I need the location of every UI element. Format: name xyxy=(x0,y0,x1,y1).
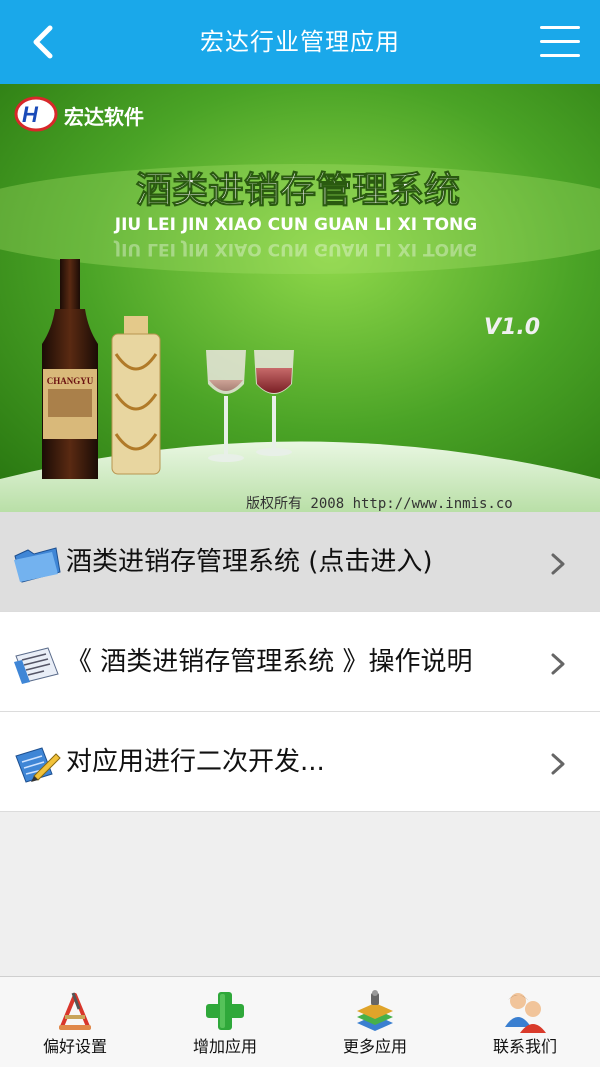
banner-headline: 酒类进销存管理系统 xyxy=(136,170,460,211)
tab-label: 更多应用 xyxy=(342,1037,407,1056)
more-apps-icon xyxy=(357,990,393,1031)
tab-add-app[interactable]: 增加应用 xyxy=(150,977,300,1067)
hamburger-menu-icon[interactable] xyxy=(536,22,584,62)
list-item-label: 酒类进销存管理系统 (点击进入) xyxy=(66,547,433,577)
page-title: 宏达行业管理应用 xyxy=(200,28,400,56)
banner-pinyin: JIU LEI JIN XIAO CUN GUAN LI XI TONG xyxy=(114,215,477,235)
app-banner-image: H 宏达软件 酒类进销存管理系统 JIU LEI JIN XIAO CUN GU… xyxy=(0,84,600,512)
app-entry-list: 酒类进销存管理系统 (点击进入) 《 酒类进销存管理系统 》操作说明 对应用进行… xyxy=(0,512,600,812)
banner-copyright: 版权所有 2008 http://www.inmis.co xyxy=(246,496,513,512)
document-icon xyxy=(14,647,59,684)
tab-label: 增加应用 xyxy=(192,1037,257,1056)
preferences-icon xyxy=(59,992,91,1030)
svg-text:H: H xyxy=(22,102,39,127)
tab-label: 偏好设置 xyxy=(42,1037,107,1056)
bottom-tab-bar: 偏好设置 增加应用 更多应用 联系我们 xyxy=(0,976,600,1067)
bottle-label: CHANGYU xyxy=(47,376,94,386)
list-item-enter-system[interactable]: 酒类进销存管理系统 (点击进入) xyxy=(0,512,600,612)
chevron-right-icon xyxy=(551,653,565,675)
list-item-secondary-development[interactable]: 对应用进行二次开发... xyxy=(0,712,600,812)
chevron-right-icon xyxy=(551,753,565,775)
add-plus-icon xyxy=(206,992,244,1030)
tab-contact-us[interactable]: 联系我们 xyxy=(450,977,600,1067)
folder-icon xyxy=(14,547,61,583)
banner-version: V1.0 xyxy=(484,315,540,340)
tab-preferences[interactable]: 偏好设置 xyxy=(0,977,150,1067)
list-item-manual[interactable]: 《 酒类进销存管理系统 》操作说明 xyxy=(0,612,600,712)
banner-pinyin-reflection: JIU LEI JIN XIAO CUN GUAN LI XI TONG xyxy=(114,239,477,259)
chevron-right-icon xyxy=(551,553,565,575)
tab-label: 联系我们 xyxy=(492,1037,557,1056)
baijiu-bottle-illustration xyxy=(111,316,161,475)
list-item-label: 《 酒类进销存管理系统 》操作说明 xyxy=(66,647,473,677)
list-item-label: 对应用进行二次开发... xyxy=(66,747,325,777)
logo-text: 宏达软件 xyxy=(64,105,144,129)
develop-pencil-icon xyxy=(15,747,61,783)
contacts-icon xyxy=(505,993,546,1033)
top-navigation-bar: 宏达行业管理应用 xyxy=(0,0,600,84)
tab-more-apps[interactable]: 更多应用 xyxy=(300,977,450,1067)
